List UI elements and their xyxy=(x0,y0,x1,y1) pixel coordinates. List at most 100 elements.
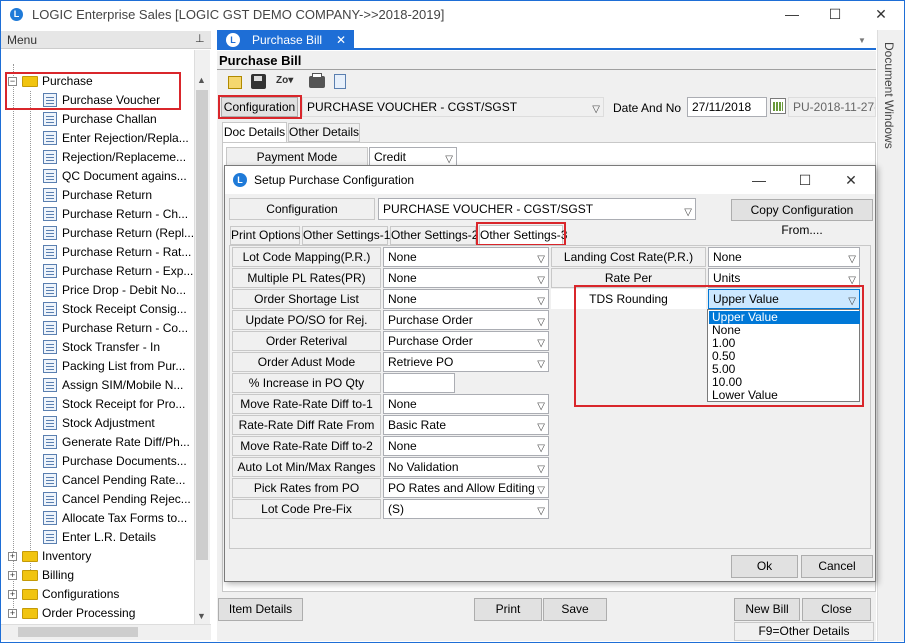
tree-item[interactable]: Purchase Challan xyxy=(1,110,194,129)
tree-item[interactable]: Rejection/Replaceme... xyxy=(1,148,194,167)
tree-item[interactable]: QC Document agains... xyxy=(1,167,194,186)
document-icon xyxy=(43,150,57,164)
tree-item[interactable]: Generate Rate Diff/Ph... xyxy=(1,433,194,452)
chevron-down-icon: ▽ xyxy=(537,296,545,307)
tree-folder[interactable]: + Inventory xyxy=(1,547,194,566)
tab-close-icon[interactable]: ✕ xyxy=(336,33,346,47)
tree-item[interactable]: Stock Receipt for Pro... xyxy=(1,395,194,414)
expand-icon[interactable]: + xyxy=(8,590,17,599)
setting-select[interactable]: No Validation ▽ xyxy=(383,457,549,477)
tree-item[interactable]: Enter Rejection/Repla... xyxy=(1,129,194,148)
tree-item[interactable]: Stock Transfer - In xyxy=(1,338,194,357)
scroll-down-icon[interactable]: ▼ xyxy=(197,611,206,621)
setting-select[interactable]: (S) ▽ xyxy=(383,499,549,519)
expand-icon[interactable]: + xyxy=(8,552,17,561)
print-icon[interactable] xyxy=(309,73,325,88)
chevron-down-icon: ▽ xyxy=(537,338,545,349)
setting-label: % Increase in PO Qty xyxy=(232,373,381,393)
tab-doc-details[interactable]: Doc Details xyxy=(222,122,287,142)
tree-item[interactable]: Packing List from Pur... xyxy=(1,357,194,376)
print-button[interactable]: Print xyxy=(474,598,542,621)
setting-select[interactable]: Retrieve PO ▽ xyxy=(383,352,549,372)
zoom-icon[interactable]: Zo▾ xyxy=(276,75,293,86)
cancel-button[interactable]: Cancel xyxy=(801,555,873,578)
tds-rounding-dropdown-list[interactable]: Upper Value None 1.00 0.50 5.00 10.00 Lower Va… xyxy=(707,309,860,402)
tds-option[interactable]: Lower Value xyxy=(709,389,860,402)
dialog-minimize-icon[interactable]: — xyxy=(744,170,774,190)
setting-select[interactable]: None ▽ xyxy=(383,436,549,456)
tab-print-options[interactable]: Print Options xyxy=(230,226,300,245)
tree-folder[interactable]: + Configurations xyxy=(1,585,194,604)
tree-item[interactable]: Purchase Return (Repl... xyxy=(1,224,194,243)
tree-item[interactable]: Purchase Return - Co... xyxy=(1,319,194,338)
configuration-select[interactable]: PURCHASE VOUCHER - CGST/SGST ▽ xyxy=(302,97,604,117)
tree-folder[interactable]: + Order Processing xyxy=(1,604,194,623)
tree-item-label: Purchase Challan xyxy=(62,112,157,126)
tab-other-settings-1[interactable]: Other Settings-1 xyxy=(302,226,390,245)
pin-icon[interactable]: ⊥ xyxy=(195,32,205,45)
tree-item[interactable]: Stock Receipt Consig... xyxy=(1,300,194,319)
document-icon[interactable] xyxy=(334,74,346,89)
maximize-icon[interactable]: ☐ xyxy=(820,4,850,24)
tree-item[interactable]: Price Drop - Debit No... xyxy=(1,281,194,300)
expand-icon[interactable]: + xyxy=(8,609,17,618)
tree-item[interactable]: Enter L.R. Details xyxy=(1,528,194,547)
tree-item[interactable]: Purchase Return - Exp... xyxy=(1,262,194,281)
setting-select[interactable]: Purchase Order ▽ xyxy=(383,331,549,351)
copy-configuration-button[interactable]: Copy Configuration From.... xyxy=(731,199,873,237)
tree-folder-label: Order Processing xyxy=(42,606,136,620)
dialog-maximize-icon[interactable]: ☐ xyxy=(790,170,820,190)
document-number-field[interactable]: PU-2018-11-27-1 xyxy=(788,97,876,117)
calendar-icon[interactable] xyxy=(770,98,786,114)
tree-item[interactable]: Assign SIM/Mobile N... xyxy=(1,376,194,395)
dialog-configuration-select[interactable]: PURCHASE VOUCHER - CGST/SGST ▽ xyxy=(378,198,696,220)
tab-other-details[interactable]: Other Details xyxy=(288,123,360,142)
new-bill-button[interactable]: New Bill xyxy=(734,598,800,621)
document-windows-label: Document Windows xyxy=(882,42,896,149)
tree-item[interactable]: Stock Adjustment xyxy=(1,414,194,433)
tree-item[interactable]: Cancel Pending Rate... xyxy=(1,471,194,490)
new-icon[interactable] xyxy=(228,76,242,89)
setting-select[interactable]: None ▽ xyxy=(383,247,549,267)
date-input[interactable]: 27/11/2018 xyxy=(687,97,767,117)
tree-item[interactable]: Purchase Return xyxy=(1,186,194,205)
save-button[interactable]: Save xyxy=(543,598,607,621)
setting-select[interactable]: Basic Rate ▽ xyxy=(383,415,549,435)
tree-item[interactable]: Allocate Tax Forms to... xyxy=(1,509,194,528)
close-button[interactable]: Close xyxy=(802,598,871,621)
setting-select[interactable]: None ▽ xyxy=(708,247,860,267)
minimize-icon[interactable]: — xyxy=(777,4,807,24)
tab-other-settings-2[interactable]: Other Settings-2 xyxy=(390,226,478,245)
expand-icon[interactable]: + xyxy=(8,571,17,580)
dialog-close-icon[interactable]: ✕ xyxy=(836,170,866,190)
tree-item[interactable]: Purchase Return - Ch... xyxy=(1,205,194,224)
document-icon xyxy=(43,454,57,468)
setting-select-value: None xyxy=(388,250,417,264)
setting-select[interactable]: None ▽ xyxy=(383,394,549,414)
save-icon[interactable] xyxy=(251,74,266,89)
setting-select-value: None xyxy=(713,250,742,264)
setting-label: Order Shortage List xyxy=(232,289,381,309)
menu-hscroll-thumb[interactable] xyxy=(18,627,138,637)
tree-folder[interactable]: + Billing xyxy=(1,566,194,585)
setting-select[interactable]: PO Rates and Allow Editing ▽ xyxy=(383,478,549,498)
tab-list-chevron-icon[interactable]: ▼ xyxy=(858,36,866,45)
item-details-button[interactable]: Item Details xyxy=(218,598,303,621)
document-icon xyxy=(43,264,57,278)
tree-item[interactable]: Purchase Documents... xyxy=(1,452,194,471)
close-icon[interactable]: ✕ xyxy=(866,4,896,24)
tree-item[interactable]: Purchase Return - Rat... xyxy=(1,243,194,262)
ok-button[interactable]: Ok xyxy=(731,555,798,578)
title-divider xyxy=(217,69,876,70)
scroll-up-icon[interactable]: ▲ xyxy=(197,75,206,85)
tree-item-label: Stock Receipt Consig... xyxy=(62,302,187,316)
tree-item[interactable]: Cancel Pending Rejec... xyxy=(1,490,194,509)
setting-select[interactable]: Purchase Order ▽ xyxy=(383,310,549,330)
setting-select[interactable]: None ▽ xyxy=(383,268,549,288)
document-icon xyxy=(43,302,57,316)
percent-increase-input[interactable] xyxy=(383,373,455,393)
menu-scroll-thumb[interactable] xyxy=(196,90,208,560)
setting-label: Landing Cost Rate(P.R.) xyxy=(551,247,706,267)
setting-select[interactable]: None ▽ xyxy=(383,289,549,309)
payment-mode-select[interactable]: Credit ▽ xyxy=(369,147,457,167)
